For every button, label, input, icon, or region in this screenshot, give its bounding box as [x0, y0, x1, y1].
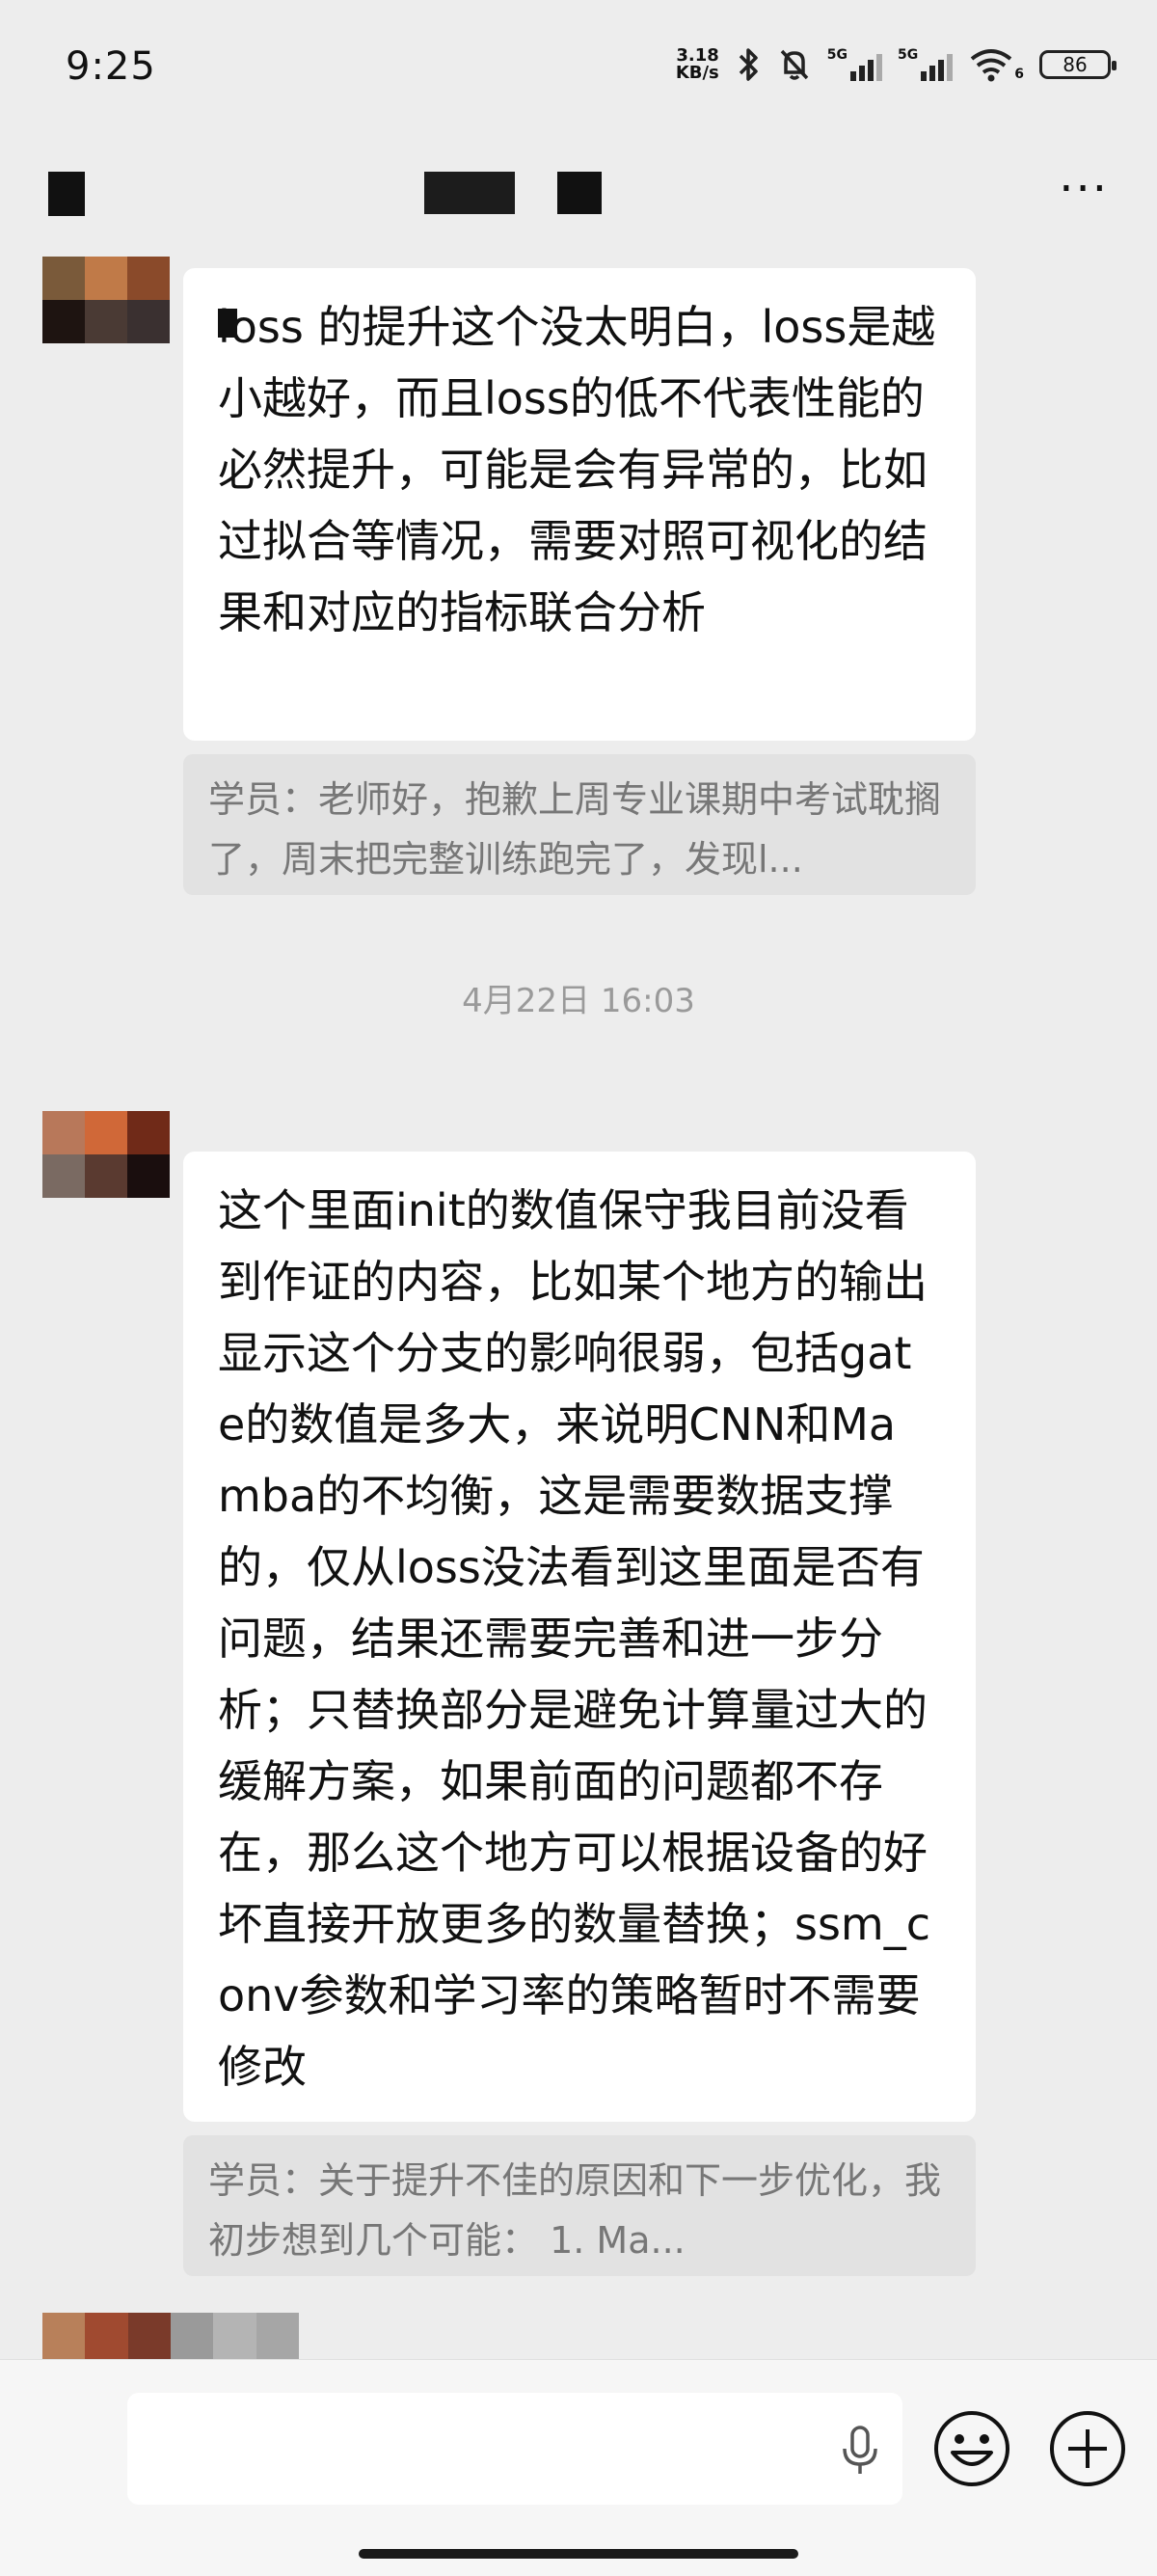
back-button[interactable]: [48, 172, 85, 216]
quoted-message[interactable]: 学员：老师好，抱歉上周专业课期中考试耽搁了，周末把完整训练跑完了，发现l...: [183, 754, 976, 895]
signal-icon-2: 5G: [898, 47, 954, 81]
avatar[interactable]: [42, 2313, 299, 2359]
bluetooth-icon: [739, 48, 758, 81]
battery-level: 86: [1063, 53, 1088, 76]
message-bubble[interactable]: 这个里面init的数值保守我目前没看到作证的内容，比如某个地方的输出显示这个分支…: [183, 1152, 976, 2122]
message-text: 这个里面init的数值保守我目前没看到作证的内容，比如某个地方的输出显示这个分支…: [218, 1184, 931, 2093]
chat-header: ···: [0, 145, 1157, 241]
chat-title-redacted-2: [557, 172, 602, 214]
message-bubble[interactable]: loss 的提升这个没太明白，loss是越小越好，而且loss的低不代表性能的必…: [183, 268, 976, 741]
quoted-message[interactable]: 学员：关于提升不佳的原因和下一步优化，我初步想到几个可能： 1. Ma...: [183, 2135, 976, 2276]
plus-icon[interactable]: [1047, 2408, 1128, 2489]
net-speed: 3.18 KB/s: [676, 47, 719, 82]
status-bar: 9:25 3.18 KB/s 5G 5G 6 86: [0, 0, 1157, 135]
more-icon[interactable]: ···: [1059, 162, 1109, 216]
sim2-label: 5G: [898, 47, 919, 63]
battery-icon: 86: [1039, 50, 1117, 79]
wifi-icon: [971, 49, 1012, 82]
timestamp: 4月22日 16:03: [462, 982, 695, 1020]
home-indicator[interactable]: [359, 2549, 798, 2559]
status-time: 9:25: [66, 44, 156, 89]
wifi-label: 6: [1014, 67, 1024, 82]
redaction-mark: [218, 309, 237, 338]
input-bar: [0, 2359, 1157, 2576]
sim1-label: 5G: [826, 47, 848, 63]
emoji-icon[interactable]: [931, 2408, 1012, 2489]
message-text: loss 的提升这个没太明白，loss是越小越好，而且loss的低不代表性能的必…: [218, 301, 936, 638]
mic-icon[interactable]: [839, 2424, 881, 2478]
signal-icon: 5G: [826, 47, 883, 81]
avatar[interactable]: [42, 1111, 170, 1198]
wifi-group: 6: [968, 47, 1024, 82]
status-icons: 3.18 KB/s 5G 5G 6 86: [676, 46, 1117, 83]
avatar[interactable]: [42, 257, 170, 343]
message-input[interactable]: [127, 2393, 902, 2505]
net-speed-unit: KB/s: [675, 63, 719, 83]
chat-title-redacted: [424, 172, 515, 214]
mute-bell-icon: [780, 49, 809, 80]
